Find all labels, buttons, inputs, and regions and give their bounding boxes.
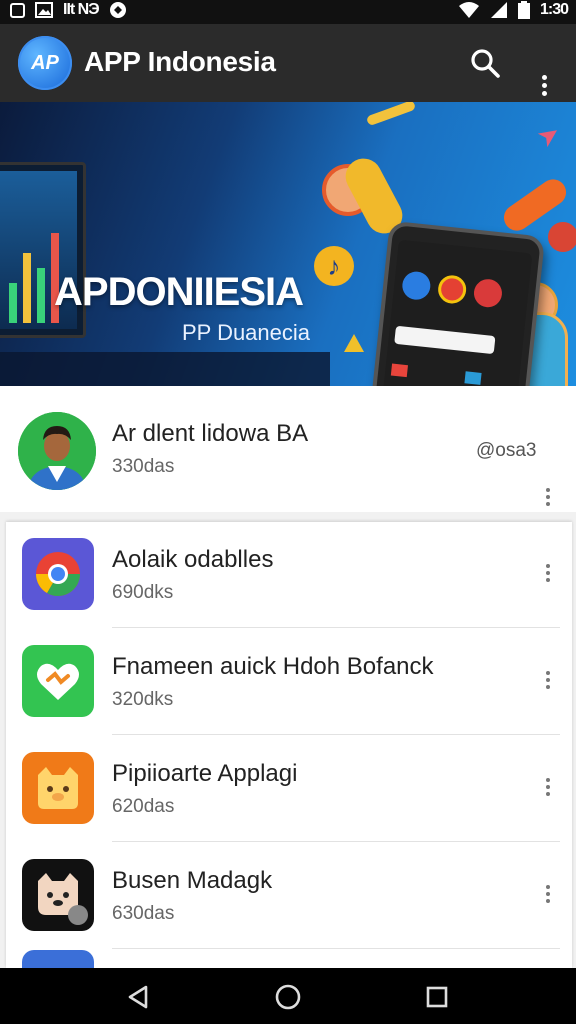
search-icon[interactable] bbox=[468, 46, 502, 80]
divider bbox=[112, 841, 560, 842]
heart-chat-icon bbox=[22, 645, 94, 717]
app-bar: AP APP Indonesia bbox=[0, 24, 576, 102]
image-icon bbox=[35, 2, 53, 18]
battery-icon bbox=[517, 1, 530, 19]
list-item[interactable]: Busen Madagk 630das bbox=[6, 843, 572, 949]
list-item[interactable]: Pipiioarte Applagi 620das bbox=[6, 736, 572, 842]
banner-subtitle: PP Duanecia bbox=[182, 320, 311, 345]
cat-face-icon bbox=[22, 752, 94, 824]
music-note-icon: ♪ bbox=[314, 246, 354, 286]
apps-card: Aolaik odablles 690dks Fnameen auick Hdo… bbox=[6, 522, 572, 968]
wifi-icon bbox=[458, 2, 479, 18]
cat-face-dark-icon bbox=[22, 859, 94, 931]
more-vert-icon[interactable] bbox=[538, 665, 558, 695]
app-name: Fnameen auick Hdoh Bofanck bbox=[112, 653, 434, 680]
app-title: APP Indonesia bbox=[84, 46, 276, 77]
status-bar: IIt NЭ 1:30 bbox=[0, 0, 576, 24]
partial-list-item bbox=[22, 950, 94, 968]
logo-text: AP bbox=[31, 51, 59, 74]
app-list: Ar dlent lidowa BA 330das @osa3 Aolaik o… bbox=[0, 386, 576, 968]
red-circle-decoration bbox=[548, 222, 576, 252]
divider bbox=[112, 734, 560, 735]
list-item[interactable]: Fnameen auick Hdoh Bofanck 320dks bbox=[6, 629, 572, 735]
back-icon[interactable] bbox=[124, 982, 154, 1012]
swoosh-decoration bbox=[365, 102, 417, 127]
notification-box-icon bbox=[10, 2, 25, 18]
list-item[interactable]: Aolaik odablles 690dks bbox=[6, 522, 572, 628]
desk-illustration bbox=[0, 352, 330, 386]
promo-banner[interactable]: APDONIIESIA PP Duanecia ♪ ➤ bbox=[0, 102, 576, 386]
banner-title: APDONIIESIA bbox=[54, 270, 304, 314]
person-avatar-icon bbox=[18, 412, 96, 490]
divider bbox=[112, 948, 560, 949]
home-icon[interactable] bbox=[273, 982, 303, 1012]
system-nav-bar bbox=[0, 968, 576, 1024]
divider bbox=[112, 627, 560, 628]
app-name: Busen Madagk bbox=[112, 867, 273, 894]
featured-app-row[interactable]: Ar dlent lidowa BA 330das @osa3 bbox=[0, 386, 576, 512]
app-logo[interactable]: AP bbox=[18, 36, 72, 90]
chrome-like-icon bbox=[22, 538, 94, 610]
recents-icon[interactable] bbox=[422, 982, 452, 1012]
app-meta: 630das bbox=[112, 903, 175, 924]
featured-app-badge: @osa3 bbox=[476, 440, 537, 461]
cell-signal-icon bbox=[490, 2, 507, 18]
status-text: IIt NЭ bbox=[63, 1, 100, 18]
triangle-decoration bbox=[344, 334, 364, 352]
app-meta: 690dks bbox=[112, 582, 174, 603]
avatar bbox=[18, 412, 96, 490]
app-name: Pipiioarte Applagi bbox=[112, 760, 298, 787]
app-meta: 620das bbox=[112, 796, 175, 817]
app-meta: 320dks bbox=[112, 689, 174, 710]
more-vert-icon[interactable] bbox=[538, 772, 558, 802]
more-vert-icon[interactable] bbox=[538, 558, 558, 588]
arrow-decoration: ➤ bbox=[531, 116, 567, 154]
vpn-icon bbox=[109, 2, 126, 18]
featured-app-name: Ar dlent lidowa BA bbox=[112, 420, 309, 447]
phone-illustration bbox=[362, 220, 546, 386]
featured-app-meta: 330das bbox=[112, 456, 175, 477]
more-vert-icon[interactable] bbox=[538, 879, 558, 909]
app-name: Aolaik odablles bbox=[112, 546, 274, 573]
clock: 1:30 bbox=[539, 1, 569, 18]
